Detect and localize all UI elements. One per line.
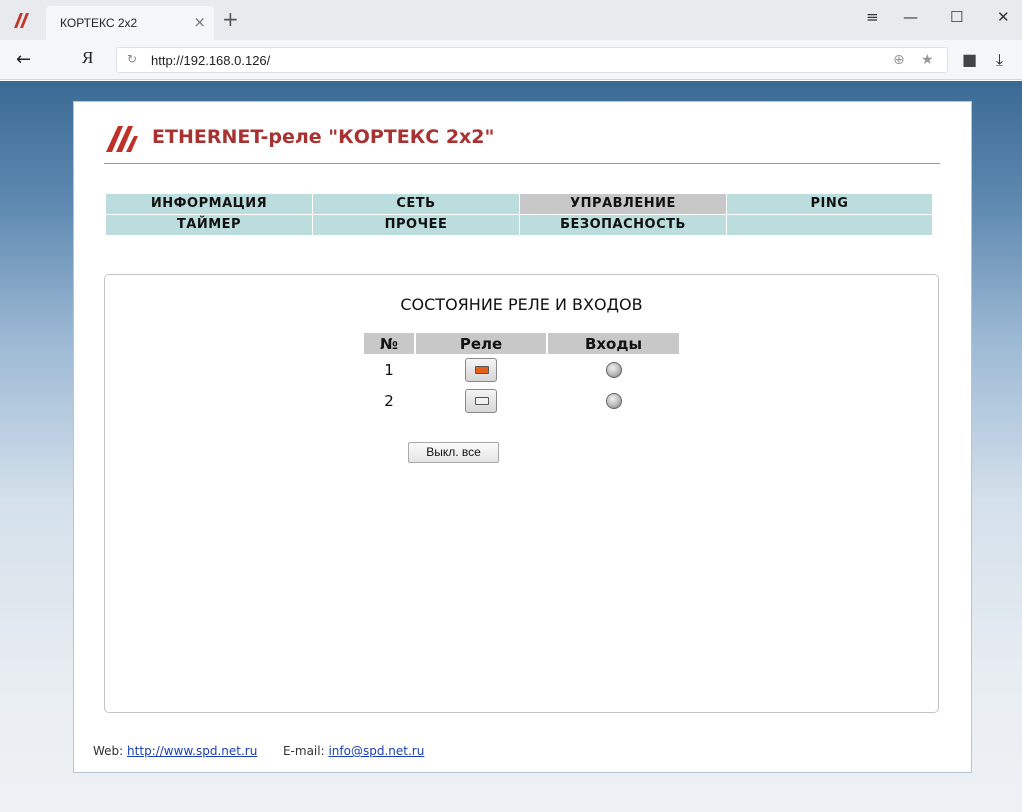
tab-title: КОРТЕКС 2x2 bbox=[60, 16, 138, 30]
reload-icon[interactable]: ↻ bbox=[127, 52, 137, 66]
footer: Web: http://www.spd.net.ru E-mail: info@… bbox=[93, 744, 424, 758]
email-link[interactable]: info@spd.net.ru bbox=[328, 744, 424, 758]
menu-item-empty bbox=[727, 215, 932, 235]
web-link[interactable]: http://www.spd.net.ru bbox=[127, 744, 257, 758]
download-icon[interactable]: ⤓ bbox=[996, 50, 1003, 70]
relay-number: 2 bbox=[384, 391, 394, 410]
menu-item-control[interactable]: УПРАВЛЕНИЕ bbox=[520, 194, 726, 214]
browser-menu-icon[interactable]: ≡ bbox=[866, 8, 879, 26]
table-row: 2 bbox=[364, 385, 679, 416]
url-text[interactable]: http://192.168.0.126/ bbox=[151, 53, 270, 68]
relay-1-indicator bbox=[475, 365, 489, 374]
new-tab-icon[interactable]: + bbox=[222, 7, 239, 31]
extension-icon[interactable]: ■ bbox=[962, 50, 977, 69]
input-2-indicator-icon bbox=[605, 393, 622, 409]
page-title: ETHERNET-реле "КОРТЕКС 2x2" bbox=[152, 126, 495, 148]
menu-item-network[interactable]: СЕТЬ bbox=[313, 194, 519, 214]
bookmark-star-icon[interactable]: ★ bbox=[921, 52, 934, 68]
tab-close-icon[interactable]: × bbox=[193, 13, 206, 31]
table-row: 1 bbox=[364, 354, 679, 385]
protect-icon[interactable]: ⊕ bbox=[893, 52, 905, 68]
input-1-indicator-icon bbox=[605, 362, 622, 378]
main-menu: ИНФОРМАЦИЯ СЕТЬ УПРАВЛЕНИЕ PING ТАЙМЕР П… bbox=[106, 194, 938, 236]
page-header: ETHERNET-реле "КОРТЕКС 2x2" bbox=[104, 118, 940, 164]
browser-tab[interactable]: КОРТЕКС 2x2 × bbox=[46, 6, 214, 40]
menu-item-other[interactable]: ПРОЧЕЕ bbox=[313, 215, 519, 235]
panel-title: СОСТОЯНИЕ РЕЛЕ И ВХОДОВ bbox=[400, 295, 643, 314]
relay-number: 1 bbox=[384, 360, 394, 379]
browser-tab-bar: КОРТЕКС 2x2 × + ≡ — ☐ ✕ bbox=[0, 0, 1022, 40]
menu-item-timer[interactable]: ТАЙМЕР bbox=[106, 215, 312, 235]
cortex-logo-icon bbox=[106, 126, 138, 152]
turn-off-all-button[interactable]: Выкл. все bbox=[408, 442, 499, 463]
web-label: Web: bbox=[93, 744, 124, 758]
relay-table: № Реле Входы 1 2 bbox=[362, 333, 681, 416]
browser-address-bar: ← Я ↻ http://192.168.0.126/ ⊕ ★ ■ ⤓ bbox=[0, 40, 1022, 80]
column-header-inputs: Входы bbox=[548, 333, 679, 354]
column-header-number: № bbox=[364, 333, 414, 354]
menu-row-2: ТАЙМЕР ПРОЧЕЕ БЕЗОПАСНОСТЬ bbox=[106, 215, 938, 235]
email-label: E-mail: bbox=[282, 744, 325, 758]
url-field[interactable]: ↻ http://192.168.0.126/ ⊕ ★ bbox=[116, 47, 948, 73]
yandex-button[interactable]: Я bbox=[82, 48, 93, 68]
maximize-icon[interactable]: ☐ bbox=[950, 8, 963, 26]
menu-item-info[interactable]: ИНФОРМАЦИЯ bbox=[106, 194, 312, 214]
menu-row-1: ИНФОРМАЦИЯ СЕТЬ УПРАВЛЕНИЕ PING bbox=[106, 194, 938, 214]
relay-2-toggle-button[interactable] bbox=[465, 388, 497, 413]
menu-item-ping[interactable]: PING bbox=[727, 194, 932, 214]
browser-logo-icon bbox=[14, 13, 29, 28]
relay-2-indicator bbox=[475, 396, 489, 405]
minimize-icon[interactable]: — bbox=[903, 8, 918, 26]
back-arrow-icon[interactable]: ← bbox=[16, 49, 31, 70]
status-panel: СОСТОЯНИЕ РЕЛЕ И ВХОДОВ № Реле Входы 1 2… bbox=[104, 274, 939, 713]
column-header-relay: Реле bbox=[416, 333, 546, 354]
close-window-icon[interactable]: ✕ bbox=[997, 8, 1010, 26]
relay-1-toggle-button[interactable] bbox=[465, 357, 497, 382]
menu-item-security[interactable]: БЕЗОПАСНОСТЬ bbox=[520, 215, 726, 235]
